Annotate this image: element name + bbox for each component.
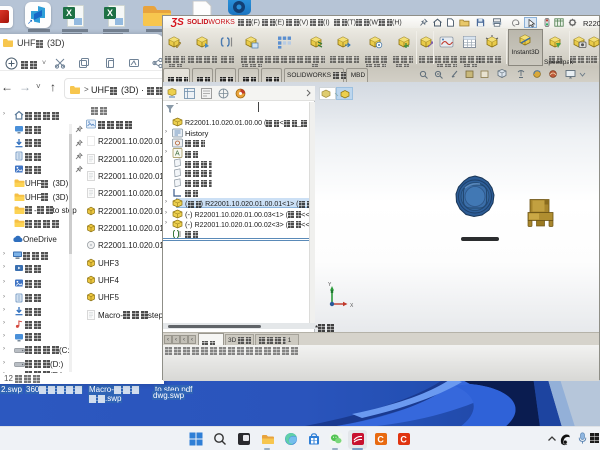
- svg-text:A: A: [175, 151, 180, 158]
- svg-text:Y: Y: [328, 282, 332, 288]
- svg-text:X: X: [350, 303, 354, 309]
- svg-text:C: C: [377, 435, 384, 445]
- svg-text:C: C: [400, 435, 407, 445]
